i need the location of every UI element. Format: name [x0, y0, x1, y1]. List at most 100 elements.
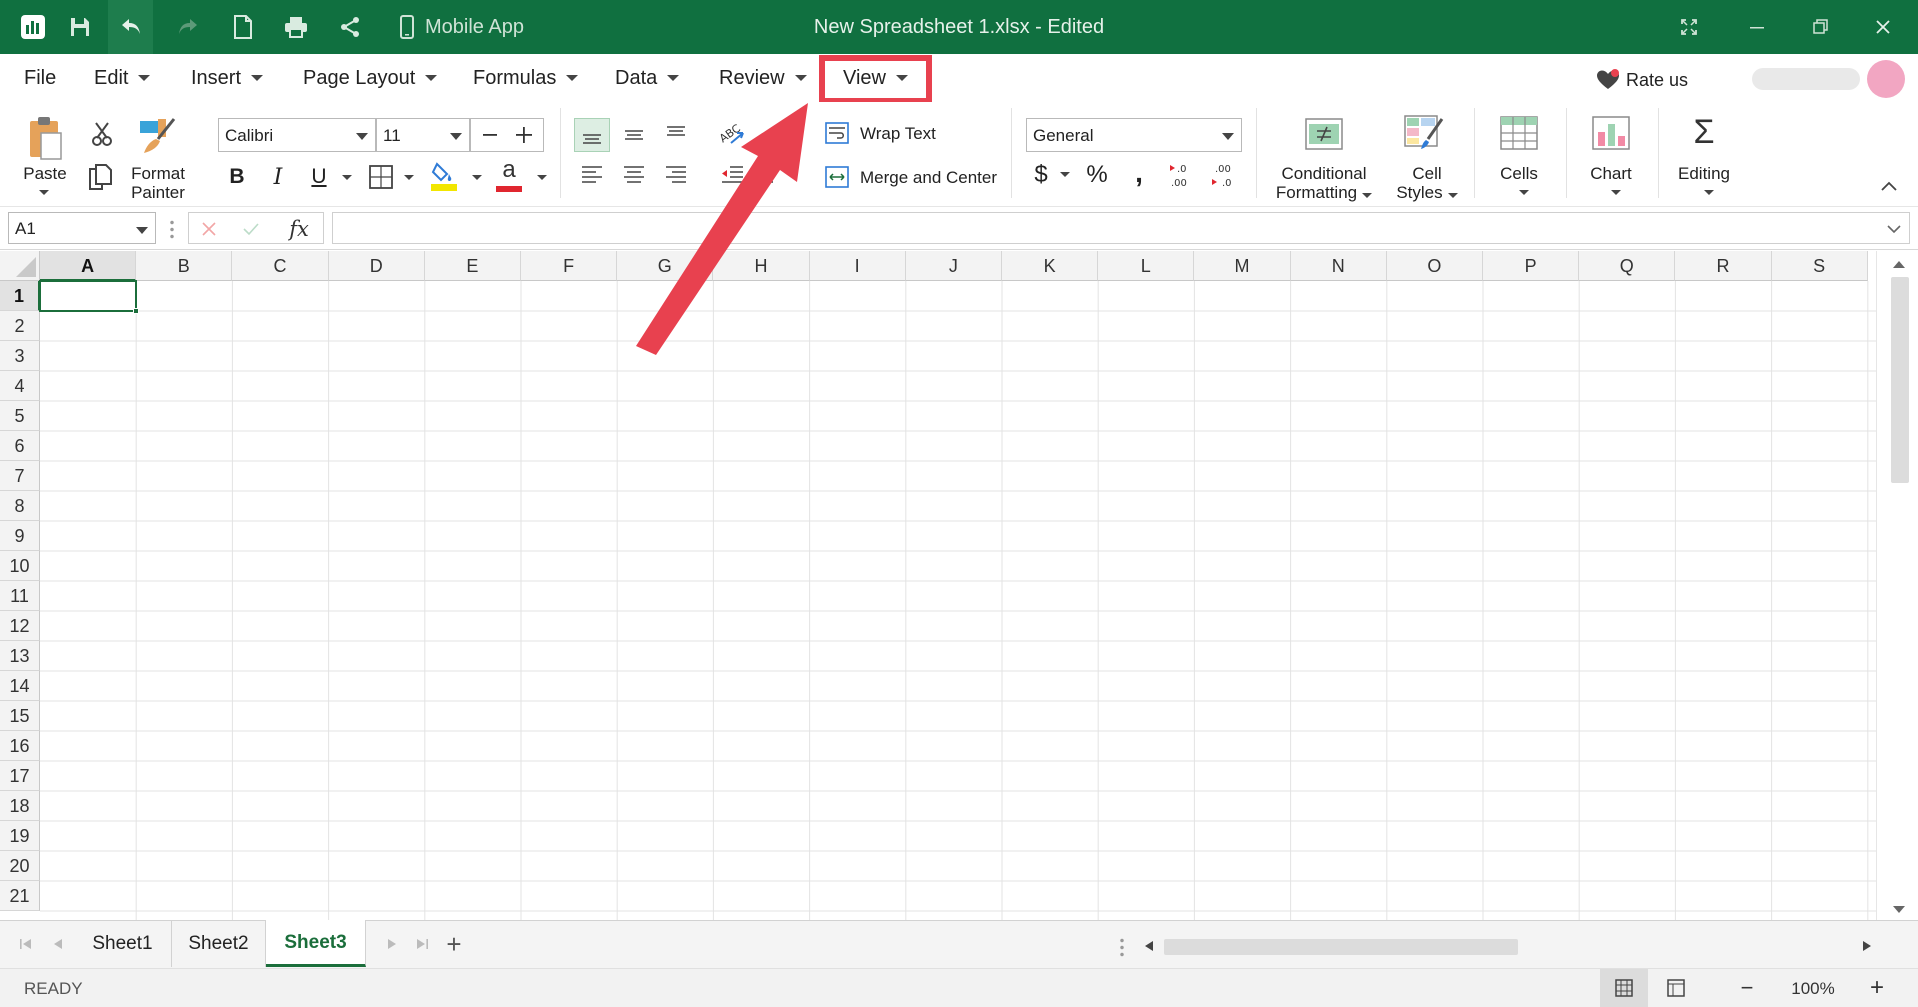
- row-header[interactable]: 7: [0, 461, 40, 491]
- column-header[interactable]: R: [1675, 251, 1772, 281]
- cells-icon[interactable]: [1498, 114, 1540, 152]
- column-header[interactable]: G: [617, 251, 714, 281]
- font-size-select[interactable]: 11: [376, 118, 470, 152]
- row-header[interactable]: 8: [0, 491, 40, 521]
- prev-sheet-icon[interactable]: [50, 935, 66, 953]
- scroll-right-icon[interactable]: [1860, 939, 1874, 953]
- wrap-text-icon[interactable]: [824, 120, 850, 146]
- column-header[interactable]: H: [713, 251, 810, 281]
- menu-insert[interactable]: Insert: [191, 64, 264, 92]
- column-header[interactable]: I: [809, 251, 906, 281]
- drag-handle-icon[interactable]: [170, 219, 174, 239]
- close-icon[interactable]: [1866, 10, 1900, 44]
- column-header[interactable]: J: [905, 251, 1002, 281]
- underline-button[interactable]: U: [304, 162, 334, 192]
- formula-input[interactable]: [332, 212, 1910, 244]
- chevron-down-icon[interactable]: [1704, 190, 1714, 195]
- format-painter-label[interactable]: Format Painter: [128, 164, 188, 202]
- cell-styles-icon[interactable]: [1402, 112, 1446, 152]
- row-header[interactable]: 20: [0, 851, 40, 881]
- restore-icon[interactable]: [1803, 10, 1837, 44]
- scroll-down-icon[interactable]: [1891, 903, 1907, 917]
- row-header[interactable]: 12: [0, 611, 40, 641]
- fullscreen-icon[interactable]: [1672, 10, 1706, 44]
- column-header[interactable]: A: [40, 251, 137, 281]
- column-header[interactable]: B: [136, 251, 233, 281]
- collapse-ribbon-icon[interactable]: [1876, 174, 1902, 198]
- scroll-left-icon[interactable]: [1142, 939, 1156, 953]
- cells-button[interactable]: Cells: [1490, 164, 1548, 183]
- row-header[interactable]: 19: [0, 821, 40, 851]
- cancel-edit-icon[interactable]: [195, 215, 223, 243]
- menu-edit[interactable]: Edit: [94, 64, 151, 92]
- row-header[interactable]: 13: [0, 641, 40, 671]
- chevron-down-icon[interactable]: [39, 190, 49, 195]
- scroll-up-icon[interactable]: [1891, 257, 1907, 271]
- row-header[interactable]: 1: [0, 281, 40, 311]
- column-header[interactable]: Q: [1579, 251, 1676, 281]
- font-size-stepper[interactable]: [470, 118, 544, 152]
- column-header[interactable]: C: [232, 251, 329, 281]
- zoom-out-button[interactable]: −: [1732, 973, 1762, 1003]
- chevron-down-icon[interactable]: [1060, 172, 1070, 177]
- page-layout-view-icon[interactable]: [1652, 969, 1700, 1007]
- column-header[interactable]: K: [1002, 251, 1099, 281]
- chevron-down-icon[interactable]: [404, 175, 414, 180]
- chevron-down-icon[interactable]: [537, 175, 547, 180]
- spreadsheet-grid[interactable]: ABCDEFGHIJKLMNOPQRS 1 2 3 4 5 6 7 8 9 10 11 12 13 14 1…: [0, 251, 1918, 920]
- align-center-icon[interactable]: [616, 158, 652, 192]
- name-box[interactable]: A1: [8, 212, 156, 244]
- minimize-icon[interactable]: [1740, 10, 1774, 44]
- select-all-corner[interactable]: [0, 251, 40, 281]
- format-painter-icon[interactable]: [136, 114, 178, 156]
- row-header[interactable]: 11: [0, 581, 40, 611]
- next-sheet-icon[interactable]: [384, 935, 400, 953]
- normal-view-icon[interactable]: [1600, 969, 1648, 1007]
- cell-styles-button[interactable]: Cell Styles: [1384, 164, 1470, 202]
- row-header[interactable]: 5: [0, 401, 40, 431]
- column-header[interactable]: N: [1290, 251, 1387, 281]
- text-orientation-icon[interactable]: ABC: [714, 116, 750, 150]
- vertical-scrollbar[interactable]: [1876, 251, 1918, 920]
- add-sheet-button[interactable]: +: [442, 929, 466, 959]
- avatar[interactable]: [1867, 60, 1905, 98]
- currency-button[interactable]: $: [1026, 158, 1056, 192]
- row-header[interactable]: 10: [0, 551, 40, 581]
- conditional-formatting-button[interactable]: Conditional Formatting: [1266, 164, 1382, 202]
- merge-center-button[interactable]: Merge and Center: [860, 168, 997, 187]
- column-header[interactable]: O: [1386, 251, 1483, 281]
- menu-formulas[interactable]: Formulas: [473, 64, 579, 92]
- menu-review[interactable]: Review: [719, 64, 807, 92]
- row-header[interactable]: 18: [0, 791, 40, 821]
- rate-us-button[interactable]: Rate us: [1596, 66, 1688, 94]
- fill-color-icon[interactable]: [427, 158, 461, 194]
- comma-style-button[interactable]: ,: [1124, 156, 1154, 190]
- font-color-button[interactable]: a: [492, 156, 526, 194]
- align-right-icon[interactable]: [658, 158, 694, 192]
- sheet-tab-active[interactable]: Sheet3: [266, 920, 366, 967]
- cut-icon[interactable]: [88, 120, 116, 148]
- paste-icon[interactable]: [24, 112, 66, 164]
- column-header[interactable]: P: [1483, 251, 1580, 281]
- bold-button[interactable]: B: [222, 162, 252, 192]
- column-header[interactable]: S: [1771, 251, 1868, 281]
- column-header[interactable]: M: [1194, 251, 1291, 281]
- menu-page-layout[interactable]: Page Layout: [303, 64, 438, 92]
- first-sheet-icon[interactable]: [18, 935, 34, 953]
- selected-cell[interactable]: [39, 280, 140, 314]
- number-format-select[interactable]: General: [1026, 118, 1242, 152]
- chart-icon[interactable]: [1590, 114, 1632, 152]
- align-top-icon[interactable]: [574, 118, 610, 152]
- account-avatar[interactable]: [1752, 68, 1860, 90]
- wrap-text-button[interactable]: Wrap Text: [860, 124, 936, 143]
- drag-handle-icon[interactable]: [1120, 937, 1124, 957]
- scroll-thumb[interactable]: [1891, 277, 1909, 483]
- row-header[interactable]: 4: [0, 371, 40, 401]
- decrease-decimal-icon[interactable]: .00.0: [1206, 158, 1240, 192]
- decrease-font-icon[interactable]: [475, 119, 505, 151]
- paste-label[interactable]: Paste: [20, 164, 70, 183]
- font-name-select[interactable]: Calibri: [218, 118, 376, 152]
- chevron-down-icon[interactable]: [1519, 190, 1529, 195]
- row-header[interactable]: 21: [0, 881, 40, 911]
- zoom-level[interactable]: 100%: [1778, 979, 1848, 999]
